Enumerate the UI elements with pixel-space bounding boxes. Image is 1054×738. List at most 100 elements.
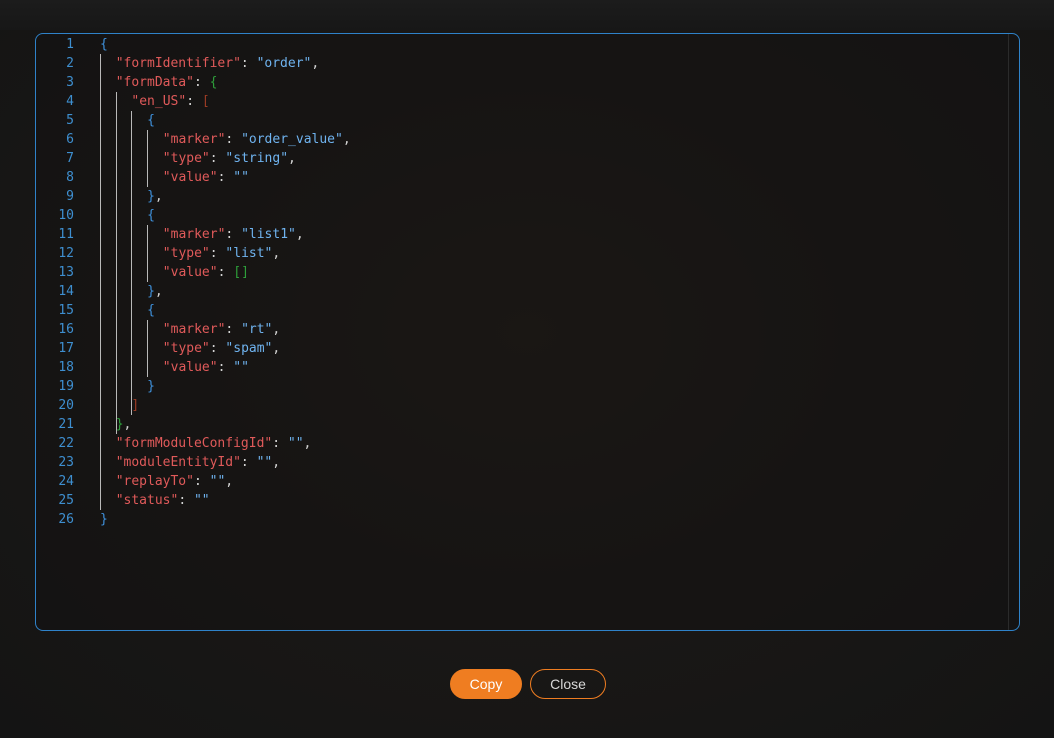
code-token: "value" xyxy=(162,170,218,185)
line-number: 24 xyxy=(58,474,74,489)
code-line: 25 "status": "" xyxy=(36,491,976,510)
line-number: 1 xyxy=(66,37,74,52)
line-text: "moduleEntityId": "", xyxy=(116,453,280,472)
code-token: : xyxy=(225,322,242,337)
code-token: "" xyxy=(193,493,210,508)
line-text: "marker": "list1", xyxy=(163,225,304,244)
code-token: [] xyxy=(233,265,249,280)
code-token: "" xyxy=(256,455,273,470)
json-code-editor[interactable]: 1{2 "formIdentifier": "order", 3 "formData"… xyxy=(35,33,1020,631)
code-line: 7 "type": "string", xyxy=(36,149,976,168)
code-token: "marker" xyxy=(162,132,226,147)
code-token: "" xyxy=(233,360,249,375)
code-token: ] xyxy=(131,398,140,413)
line-text: } xyxy=(147,377,155,396)
code-token: "type" xyxy=(162,341,210,356)
code-token: , xyxy=(288,151,296,166)
line-number: 2 xyxy=(66,56,74,71)
code-line: 16 "marker": "rt", xyxy=(36,320,976,339)
line-number: 19 xyxy=(58,379,74,394)
code-line: 26} xyxy=(36,510,976,529)
code-line: 4 "en_US": [ xyxy=(36,92,976,111)
line-number: 10 xyxy=(58,208,74,223)
line-text: "type": "list", xyxy=(163,244,280,263)
editor-scrollbar[interactable] xyxy=(1008,34,1009,630)
line-text: }, xyxy=(116,415,132,434)
line-text: "type": "spam", xyxy=(163,339,280,358)
code-token: , xyxy=(272,341,281,356)
line-text: "en_US": [ xyxy=(131,92,209,111)
line-number: 5 xyxy=(66,113,74,128)
code-token: : xyxy=(209,246,226,261)
background-toolbar xyxy=(0,0,1054,30)
code-token: "order" xyxy=(256,56,312,71)
code-token: "formModuleConfigId" xyxy=(115,436,273,451)
code-line: 15 { xyxy=(36,301,976,320)
code-token: "type" xyxy=(162,246,210,261)
code-token: : xyxy=(178,493,194,508)
line-text: "formIdentifier": "order", xyxy=(116,54,320,73)
code-token: : xyxy=(209,341,226,356)
line-number: 26 xyxy=(58,512,74,527)
line-number: 22 xyxy=(58,436,74,451)
code-line: 9}, xyxy=(36,187,976,206)
line-text: { xyxy=(100,35,108,54)
copy-button[interactable]: Copy xyxy=(450,669,522,699)
line-text: { xyxy=(147,301,155,320)
code-line: 12 "type": "list", xyxy=(36,244,976,263)
code-token: "" xyxy=(209,474,226,489)
line-text: "formData": { xyxy=(116,73,218,92)
code-token: , xyxy=(154,189,163,204)
code-token: } xyxy=(100,512,108,527)
code-token: "" xyxy=(287,436,304,451)
line-text: "formModuleConfigId": "", xyxy=(116,434,312,453)
line-number: 16 xyxy=(58,322,74,337)
line-number: 23 xyxy=(58,455,74,470)
line-text: "value": [] xyxy=(163,263,249,282)
code-token: [ xyxy=(201,94,210,109)
code-line: 14}, xyxy=(36,282,976,301)
line-text: "marker": "rt", xyxy=(163,320,280,339)
code-token: "value" xyxy=(162,265,218,280)
line-number: 7 xyxy=(66,151,74,166)
line-number: 18 xyxy=(58,360,74,375)
line-number: 12 xyxy=(58,246,74,261)
line-number: 20 xyxy=(58,398,74,413)
code-token: : xyxy=(217,360,234,375)
code-line: 6 "marker": "order_value", xyxy=(36,130,976,149)
line-number: 14 xyxy=(58,284,74,299)
code-line: 22 "formModuleConfigId": "", xyxy=(36,434,976,453)
code-token: "replayTo" xyxy=(115,474,194,489)
code-token: : xyxy=(240,56,257,71)
code-token: } xyxy=(147,189,155,204)
code-line: 18 "value": "" xyxy=(36,358,976,377)
code-line: 5{ xyxy=(36,111,976,130)
code-token: { xyxy=(147,113,155,128)
line-text: } xyxy=(100,510,108,529)
code-token: } xyxy=(147,284,155,299)
line-text: "value": "" xyxy=(163,358,249,377)
code-token: { xyxy=(147,208,155,223)
code-token: "marker" xyxy=(162,227,226,242)
line-text: { xyxy=(147,111,155,130)
code-token: , xyxy=(123,417,132,432)
code-token: : xyxy=(217,170,234,185)
code-token: : xyxy=(225,227,242,242)
code-token: , xyxy=(272,322,281,337)
line-text: "replayTo": "", xyxy=(116,472,233,491)
code-token: "value" xyxy=(162,360,218,375)
line-number: 21 xyxy=(58,417,74,432)
code-token: , xyxy=(295,227,304,242)
code-token: "moduleEntityId" xyxy=(115,455,241,470)
code-token: : xyxy=(193,474,210,489)
line-number: 8 xyxy=(66,170,74,185)
line-text: }, xyxy=(147,187,163,206)
code-token: , xyxy=(311,56,320,71)
line-text: "status": "" xyxy=(116,491,210,510)
line-number: 11 xyxy=(58,227,74,242)
line-number: 25 xyxy=(58,493,74,508)
line-text: }, xyxy=(147,282,163,301)
close-button[interactable]: Close xyxy=(530,669,606,699)
code-line: 1{ xyxy=(36,35,976,54)
code-token: : xyxy=(225,132,242,147)
